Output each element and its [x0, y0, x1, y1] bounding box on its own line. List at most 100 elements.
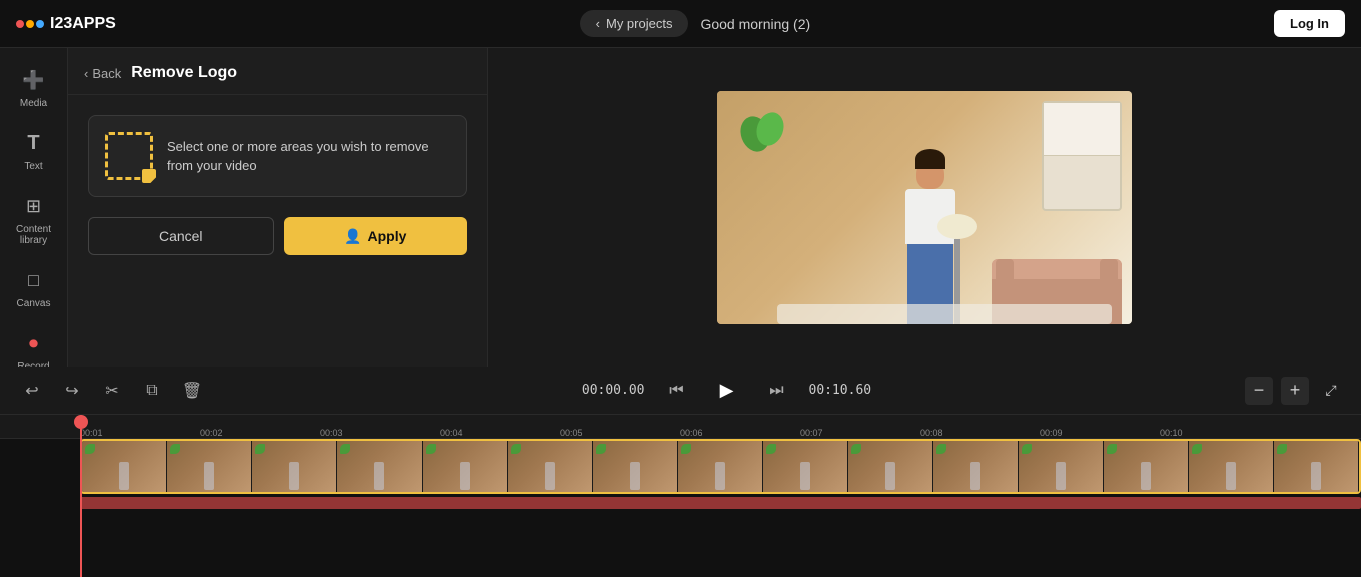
- timeline-ruler: 00:01 00:02 00:03 00:04 00:05 00:06 00:0…: [0, 415, 1361, 439]
- lamp-shade: [937, 214, 977, 239]
- ruler-marks: 00:01 00:02 00:03 00:04 00:05 00:06 00:0…: [80, 415, 1280, 438]
- video-inner: [717, 91, 1132, 324]
- toolbar-right: − + ⤢: [1245, 377, 1345, 405]
- remove-logo-panel: ‹ Back Remove Logo Select one or more ar…: [68, 48, 488, 367]
- total-time: 00:10.60: [809, 383, 872, 398]
- window-top: [1044, 103, 1120, 156]
- current-time: 00:00.00: [582, 383, 645, 398]
- track-thumb: [1104, 441, 1189, 492]
- bottom-section: ↩ ↪ ✂ ⧉ 🗑 00:00.00 ⏮ ▶ ⏭ 00:10.60 − + ⤢ …: [0, 367, 1361, 577]
- window: [1042, 101, 1122, 211]
- panel-actions: Cancel 👤 Apply: [88, 217, 467, 255]
- sidebar-item-text[interactable]: T Text: [4, 121, 64, 180]
- track-thumb: [167, 441, 252, 492]
- sidebar-label-text: Text: [24, 161, 42, 172]
- app-name: I23APPS: [50, 15, 116, 33]
- toolbar-center: 00:00.00 ⏮ ▶ ⏭ 00:10.60: [216, 373, 1237, 409]
- topbar-center: ‹ My projects Good morning (2): [580, 10, 811, 37]
- cancel-button[interactable]: Cancel: [88, 217, 274, 255]
- playhead[interactable]: [80, 415, 82, 577]
- track-thumb: [82, 441, 167, 492]
- cut-button[interactable]: ✂: [96, 375, 128, 407]
- video-track-container: [0, 439, 1361, 494]
- ruler-mark-1: 00:01: [80, 428, 200, 438]
- forward-button[interactable]: ⏭: [761, 375, 793, 407]
- audio-track: [80, 497, 1361, 509]
- chevron-left-icon: ‹: [596, 16, 600, 31]
- media-icon: ➕: [20, 66, 48, 94]
- delete-button[interactable]: 🗑: [176, 375, 208, 407]
- sidebar: ➕ Media T Text ⊞ Content library □ Canva…: [0, 48, 68, 367]
- logo-dot-red: [16, 20, 24, 28]
- main-layout: ➕ Media T Text ⊞ Content library □ Canva…: [0, 48, 1361, 367]
- track-thumb: [337, 441, 422, 492]
- couch-arm-right: [1100, 259, 1118, 304]
- text-icon: T: [20, 129, 48, 157]
- login-button[interactable]: Log In: [1274, 10, 1345, 37]
- rug: [777, 304, 1112, 324]
- track-thumb: [1274, 441, 1359, 492]
- greeting-text: Good morning (2): [700, 16, 810, 32]
- track-thumb: [763, 441, 848, 492]
- record-icon: ⏺: [20, 329, 48, 357]
- apply-icon: 👤: [344, 228, 361, 245]
- ruler-mark-5: 00:05: [560, 428, 680, 438]
- track-thumb: [1189, 441, 1274, 492]
- ruler-mark-9: 00:09: [1040, 428, 1160, 438]
- video-track[interactable]: [80, 439, 1361, 494]
- sidebar-item-canvas[interactable]: □ Canvas: [4, 258, 64, 317]
- sidebar-item-record[interactable]: ⏺ Record: [4, 321, 64, 367]
- apply-label: Apply: [368, 228, 407, 244]
- rewind-button[interactable]: ⏮: [661, 375, 693, 407]
- content-library-icon: ⊞: [20, 192, 48, 220]
- app-logo: I23APPS: [16, 15, 116, 33]
- logo-dots: [16, 20, 44, 28]
- canvas-icon: □: [20, 266, 48, 294]
- track-thumb: [1019, 441, 1104, 492]
- my-projects-button[interactable]: ‹ My projects: [580, 10, 689, 37]
- chevron-left-icon: ‹: [84, 66, 88, 81]
- my-projects-label: My projects: [606, 16, 672, 31]
- ruler-mark-7: 00:07: [800, 428, 920, 438]
- logo-dot-orange: [26, 20, 34, 28]
- track-thumb: [593, 441, 678, 492]
- sidebar-item-content-library[interactable]: ⊞ Content library: [4, 184, 64, 254]
- track-thumb: [848, 441, 933, 492]
- copy-button[interactable]: ⧉: [136, 375, 168, 407]
- zoom-in-button[interactable]: +: [1281, 377, 1309, 405]
- back-label: Back: [92, 66, 121, 81]
- couch-arm-left: [996, 259, 1014, 304]
- panel-header: ‹ Back Remove Logo: [68, 48, 487, 95]
- ruler-mark-3: 00:03: [320, 428, 440, 438]
- ruler-mark-4: 00:04: [440, 428, 560, 438]
- topbar: I23APPS ‹ My projects Good morning (2) L…: [0, 0, 1361, 48]
- play-button[interactable]: ▶: [709, 373, 745, 409]
- track-thumb: [252, 441, 337, 492]
- video-area: [488, 48, 1361, 367]
- track-thumb: [423, 441, 508, 492]
- selection-icon: [105, 132, 153, 180]
- apply-button[interactable]: 👤 Apply: [284, 217, 468, 255]
- zoom-out-button[interactable]: −: [1245, 377, 1273, 405]
- track-thumb: [508, 441, 593, 492]
- timeline-area: 00:01 00:02 00:03 00:04 00:05 00:06 00:0…: [0, 415, 1361, 577]
- video-preview: [717, 91, 1132, 324]
- toolbar: ↩ ↪ ✂ ⧉ 🗑 00:00.00 ⏮ ▶ ⏭ 00:10.60 − + ⤢: [0, 367, 1361, 415]
- ruler-mark-10: 00:10: [1160, 428, 1280, 438]
- undo-button[interactable]: ↩: [16, 375, 48, 407]
- logo-dot-blue: [36, 20, 44, 28]
- panel-title: Remove Logo: [131, 64, 237, 82]
- track-thumb: [933, 441, 1018, 492]
- instruction-box: Select one or more areas you wish to rem…: [88, 115, 467, 197]
- person-hair: [915, 149, 945, 169]
- sidebar-item-media[interactable]: ➕ Media: [4, 58, 64, 117]
- back-button[interactable]: ‹ Back: [84, 66, 121, 81]
- redo-button[interactable]: ↪: [56, 375, 88, 407]
- expand-button[interactable]: ⤢: [1317, 377, 1345, 405]
- sidebar-label-canvas: Canvas: [17, 298, 51, 309]
- video-logo-overlay: [735, 109, 795, 154]
- ruler-mark-2: 00:02: [200, 428, 320, 438]
- panel-body: Select one or more areas you wish to rem…: [68, 95, 487, 367]
- instruction-text: Select one or more areas you wish to rem…: [167, 137, 450, 176]
- ruler-mark-6: 00:06: [680, 428, 800, 438]
